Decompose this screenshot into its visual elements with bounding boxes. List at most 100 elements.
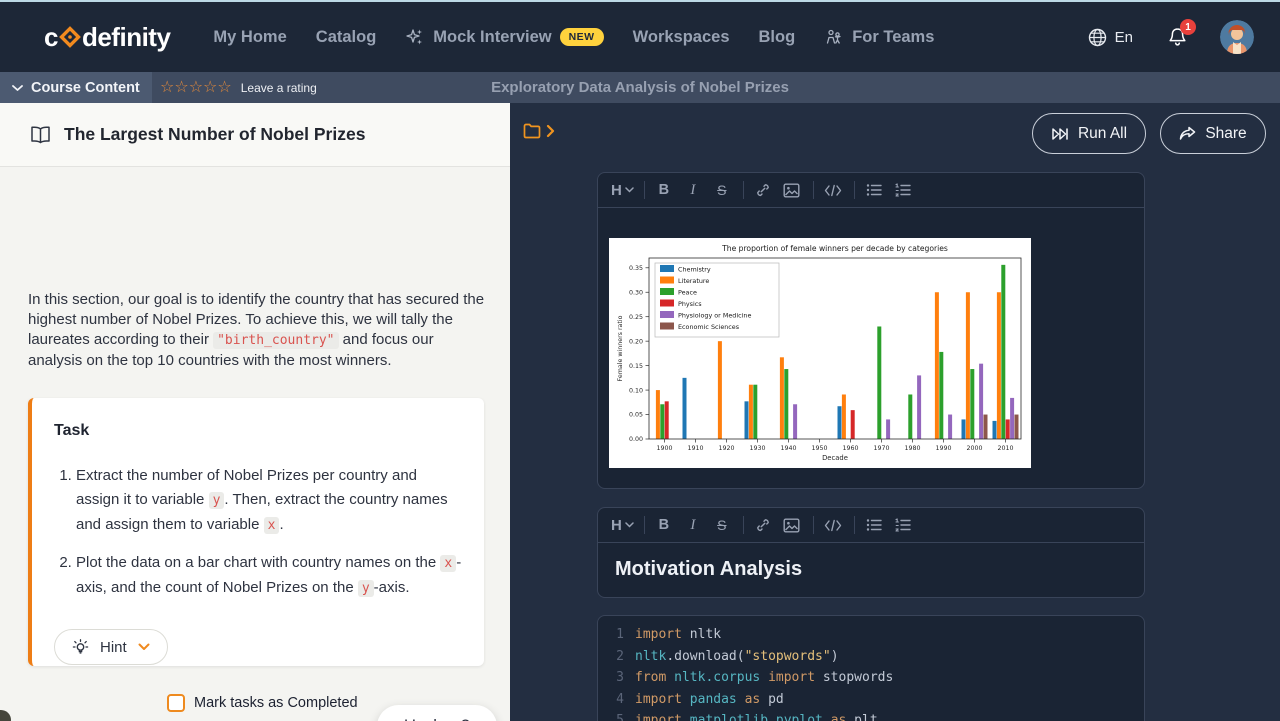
code-line[interactable]: 2nltk.download("stopwords") — [598, 649, 1144, 671]
code-line[interactable]: 1import nltk — [598, 627, 1144, 649]
task-heading: Task — [54, 422, 460, 440]
link-icon[interactable] — [752, 179, 774, 201]
notifications-button[interactable]: 1 — [1167, 26, 1188, 48]
hint-button[interactable]: Hint — [54, 629, 168, 665]
code-line[interactable]: 5import matplotlib.pyplot as plt — [598, 713, 1144, 721]
line-number: 4 — [598, 692, 624, 707]
link-icon[interactable] — [752, 514, 774, 536]
heading-icon[interactable]: H — [611, 179, 634, 201]
new-badge: NEW — [560, 28, 604, 46]
inline-code: y — [209, 492, 225, 509]
mark-completed-checkbox[interactable] — [167, 694, 185, 712]
file-tree-toggle[interactable] — [523, 123, 555, 139]
strikethrough-icon[interactable]: S — [711, 179, 733, 201]
star-icon[interactable]: ☆ — [217, 79, 231, 96]
code-token: pandas — [682, 692, 745, 707]
inline-code: "birth_country" — [213, 332, 338, 349]
image-icon[interactable] — [781, 179, 803, 201]
logo-text-right: definity — [82, 22, 170, 53]
image-icon[interactable] — [781, 514, 803, 536]
svg-text:0.00: 0.00 — [629, 436, 643, 443]
bullet-list-icon[interactable] — [863, 514, 885, 536]
ordered-list-icon[interactable] — [892, 179, 914, 201]
svg-text:The proportion of female winne: The proportion of female winners per dec… — [721, 244, 948, 253]
svg-text:0.30: 0.30 — [629, 289, 643, 296]
leave-rating-label[interactable]: Leave a rating — [241, 81, 317, 95]
code-token: matplotlib.pyplot — [682, 713, 831, 721]
italic-icon[interactable]: I — [682, 179, 704, 201]
logo-text-left: c — [44, 22, 58, 53]
navbar-right: En 1 — [1087, 20, 1254, 54]
ordered-list-icon[interactable] — [892, 514, 914, 536]
markdown-toolbar: HBIS — [598, 508, 1144, 543]
svg-text:Decade: Decade — [822, 454, 848, 462]
strikethrough-icon[interactable]: S — [711, 514, 733, 536]
codefinity-logo[interactable]: c definity — [44, 22, 170, 53]
code-token: nltk — [682, 627, 721, 642]
share-label: Share — [1205, 125, 1246, 143]
bullet-list-icon[interactable] — [863, 179, 885, 201]
line-number: 5 — [598, 713, 624, 721]
code-token: import — [635, 692, 682, 707]
chevron-right-icon — [546, 124, 555, 138]
nav-item-blog[interactable]: Blog — [759, 28, 796, 47]
sparkles-icon — [405, 27, 425, 47]
nav-items: My Home Catalog Mock Interview NEW Works… — [184, 27, 934, 47]
code-line[interactable]: 4import pandas as pd — [598, 692, 1144, 714]
nav-item-mock-interview[interactable]: Mock Interview NEW — [405, 27, 603, 47]
chat-widget-corner[interactable] — [0, 710, 11, 721]
code-token: nltk — [635, 649, 666, 664]
mark-completed-row: Mark tasks as Completed — [167, 694, 358, 712]
run-all-label: Run All — [1078, 125, 1127, 143]
code-token: from — [635, 670, 666, 685]
svg-text:Peace: Peace — [678, 288, 697, 296]
svg-text:2010: 2010 — [997, 445, 1013, 452]
nav-item-workspaces[interactable]: Workspaces — [633, 28, 730, 47]
markdown-cell-heading[interactable]: HBIS Motivation Analysis — [597, 507, 1145, 598]
code-token: .download( — [666, 649, 744, 664]
code-token: as — [831, 713, 847, 721]
svg-text:1920: 1920 — [718, 445, 734, 452]
star-icon[interactable]: ☆ — [189, 79, 203, 96]
chart-output: The proportion of female winners per dec… — [598, 208, 1144, 468]
toolbar-divider — [644, 181, 645, 199]
bold-icon[interactable]: B — [653, 514, 675, 536]
code-line[interactable]: 3from nltk.corpus import stopwords — [598, 670, 1144, 692]
svg-text:1980: 1980 — [904, 445, 920, 452]
star-rating: ☆☆☆☆☆ — [160, 79, 232, 97]
markdown-toolbar: HBIS — [598, 173, 1144, 208]
nav-item-for-teams[interactable]: For Teams — [824, 27, 934, 47]
svg-text:1990: 1990 — [935, 445, 951, 452]
code-token: "stopwords" — [745, 649, 831, 664]
language-switcher[interactable]: En — [1087, 27, 1133, 48]
app-root: c definity My Home Catalog Mock Intervie… — [0, 0, 1280, 721]
star-icon[interactable]: ☆ — [174, 79, 188, 96]
avatar[interactable] — [1220, 20, 1254, 54]
notification-badge: 1 — [1180, 19, 1196, 35]
markdown-heading[interactable]: Motivation Analysis — [598, 543, 1144, 596]
code-icon[interactable] — [822, 514, 844, 536]
rating-widget: ☆☆☆☆☆ Leave a rating — [160, 72, 317, 103]
markdown-cell-chart[interactable]: HBIS The proportion of female winners pe… — [597, 172, 1145, 489]
star-icon[interactable]: ☆ — [203, 79, 217, 96]
unclear-button[interactable]: Unclear? — [377, 705, 497, 721]
star-icon[interactable]: ☆ — [160, 79, 174, 96]
heading-icon[interactable]: H — [611, 514, 634, 536]
code-cell[interactable]: 1import nltk2nltk.download("stopwords")3… — [597, 615, 1145, 721]
course-content-toggle[interactable]: Course Content — [0, 72, 152, 103]
toolbar-divider — [854, 181, 855, 199]
language-label: En — [1115, 29, 1133, 46]
italic-icon[interactable]: I — [682, 514, 704, 536]
bulb-icon — [72, 638, 89, 656]
svg-text:1960: 1960 — [842, 445, 858, 452]
nav-item-catalog[interactable]: Catalog — [316, 28, 377, 47]
avatar-image — [1220, 20, 1254, 54]
nav-item-my-home[interactable]: My Home — [213, 28, 286, 47]
lesson-panel: The Largest Number of Nobel Prizes In th… — [0, 103, 510, 721]
share-button[interactable]: Share — [1160, 113, 1266, 154]
run-all-button[interactable]: Run All — [1032, 113, 1146, 154]
bold-icon[interactable]: B — [653, 179, 675, 201]
code-icon[interactable] — [822, 179, 844, 201]
svg-text:1900: 1900 — [656, 445, 672, 452]
svg-text:0.20: 0.20 — [629, 338, 643, 345]
